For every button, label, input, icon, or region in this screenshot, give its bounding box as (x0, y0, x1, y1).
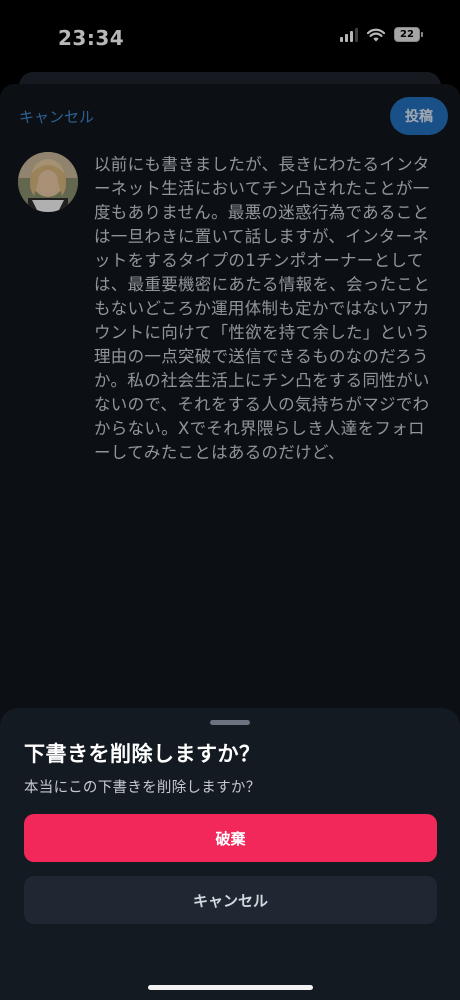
home-indicator (148, 985, 313, 990)
dialog-cancel-button[interactable]: キャンセル (24, 876, 437, 924)
discard-button[interactable]: 破棄 (24, 814, 437, 862)
screen: 23:34 22 キャンセル 投稿 以前にも書きましたが、長きにわたるインターネ… (0, 0, 460, 1000)
dialog-title: 下書きを削除しますか？ (24, 742, 261, 766)
dialog-body: 本当にこの下書きを削除しますか？ (24, 780, 261, 796)
discard-dialog: 下書きを削除しますか？ 本当にこの下書きを削除しますか？ 破棄 キャンセル (0, 708, 460, 1000)
drag-handle[interactable] (210, 720, 250, 725)
